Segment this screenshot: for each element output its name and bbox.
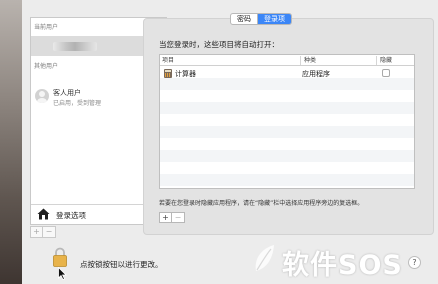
column-header-kind[interactable]: 种类 — [300, 56, 374, 65]
hide-hint-text: 若要在您登录时隐藏应用程序，请在“隐藏”栏中选择应用程序旁边的复选框。 — [159, 200, 364, 207]
house-icon — [37, 208, 50, 220]
tab-password[interactable]: 密码 — [231, 14, 257, 24]
desktop-background — [0, 0, 22, 284]
item-name-cell: 计算器 — [175, 70, 196, 78]
tab-login-items[interactable]: 登录项 — [257, 14, 291, 24]
add-login-item-button[interactable]: + — [159, 212, 172, 223]
calculator-icon — [164, 69, 172, 78]
column-header-item[interactable]: 项目 — [162, 56, 294, 65]
guest-user-status: 已启用，受到管理 — [53, 100, 102, 107]
table-row[interactable]: 计算器 应用程序 — [160, 67, 414, 79]
hide-checkbox[interactable] — [382, 69, 390, 77]
remove-user-button[interactable]: − — [43, 226, 56, 238]
help-button[interactable]: ? — [408, 256, 421, 269]
guest-avatar-icon — [35, 89, 49, 103]
column-header-hide[interactable]: 隐藏 — [376, 56, 410, 65]
login-items-button-group: + − — [159, 212, 185, 223]
other-users-heading: 其他用户 — [34, 63, 59, 70]
watermark-text: 软件SOS — [282, 250, 403, 281]
guest-user-name: 客人用户 — [53, 89, 81, 97]
tab-bar: 密码 登录项 — [230, 13, 292, 25]
sidebar-button-group: + − — [30, 226, 56, 238]
table-header: 项目 种类 隐藏 — [160, 55, 414, 66]
blurred-username — [53, 42, 97, 51]
mouse-pointer-icon — [58, 267, 67, 280]
add-user-button[interactable]: + — [30, 226, 43, 238]
table-body — [160, 66, 414, 188]
login-items-table: 项目 种类 隐藏 计算器 应用程序 — [159, 54, 415, 189]
lock-instruction-text: 点按锁按钮以进行更改。 — [80, 260, 163, 269]
lock-icon[interactable] — [53, 247, 67, 267]
remove-login-item-button[interactable]: − — [172, 212, 185, 223]
login-options-label: 登录选项 — [56, 211, 86, 220]
current-user-heading: 当前用户 — [34, 24, 59, 31]
login-items-heading: 当您登录时，这些项目将自动打开： — [159, 40, 279, 49]
item-kind-cell: 应用程序 — [302, 70, 330, 78]
